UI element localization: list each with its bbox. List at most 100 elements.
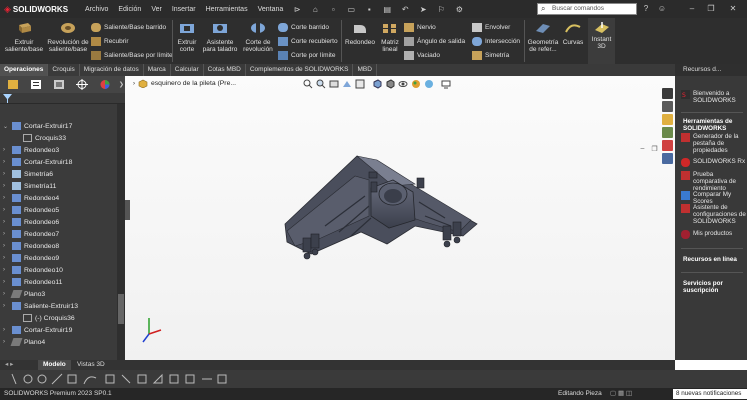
- configuration-manager-tab[interactable]: [49, 78, 69, 91]
- print-icon[interactable]: ▤: [380, 3, 394, 15]
- custom-properties-icon[interactable]: [662, 153, 673, 164]
- user-icon[interactable]: ☺: [655, 2, 669, 15]
- panel-splitter[interactable]: [125, 200, 130, 220]
- feature-tree-row[interactable]: › Redondeo11: [0, 276, 117, 288]
- matriz-lineal-button[interactable]: Matriz lineal: [378, 21, 402, 53]
- feature-tree-row[interactable]: › Redondeo5: [0, 204, 117, 216]
- feature-tree-tab[interactable]: [3, 78, 23, 91]
- feature-tree-scrollbar[interactable]: [117, 104, 125, 360]
- viewport-minimize-icon[interactable]: –: [638, 145, 647, 153]
- open-icon[interactable]: ▭: [344, 3, 358, 15]
- solidworks-rx-link[interactable]: SOLIDWORKS Rx: [681, 158, 747, 167]
- tab-marca[interactable]: Marca: [144, 64, 171, 76]
- feature-tree-row[interactable]: › Simetría11: [0, 180, 117, 192]
- notifications-badge[interactable]: 8 nuevas notificaciones: [673, 389, 747, 399]
- rebuild-icon[interactable]: ⚐: [434, 3, 448, 15]
- display-style-icon[interactable]: [384, 78, 396, 89]
- document-title[interactable]: › esquinero de la pileta (Pre...: [133, 79, 236, 88]
- search-commands-input[interactable]: ⌕ Buscar comandos: [537, 3, 637, 15]
- expand-arrow-icon[interactable]: ›: [3, 147, 9, 153]
- expand-arrow-icon[interactable]: ›: [3, 195, 9, 201]
- filter-row[interactable]: [0, 93, 125, 104]
- menu-ventana[interactable]: Ventana: [253, 6, 289, 13]
- file-explorer-icon[interactable]: [662, 114, 673, 125]
- save-icon[interactable]: ▪: [362, 3, 376, 15]
- design-library-icon[interactable]: [662, 101, 673, 112]
- corte-barrido-button[interactable]: Corte barrido: [278, 21, 329, 33]
- feature-tree-row[interactable]: (-) Croquis36: [0, 312, 117, 324]
- collapse-arrow-icon[interactable]: ⌄: [3, 123, 9, 130]
- revolucion-saliente-button[interactable]: Revolución de saliente/base: [47, 21, 89, 53]
- home-tab-icon[interactable]: [662, 88, 673, 99]
- expand-arrow-icon[interactable]: ›: [3, 291, 9, 297]
- menu-edicion[interactable]: Edición: [113, 6, 146, 13]
- simetria-button[interactable]: Simetría: [472, 49, 509, 61]
- tab-calcular[interactable]: Calcular: [171, 64, 204, 76]
- expand-arrow-icon[interactable]: ›: [3, 279, 9, 285]
- expand-arrow-icon[interactable]: ›: [3, 255, 9, 261]
- tab-modelo[interactable]: Modelo: [38, 360, 71, 370]
- appearances-icon[interactable]: [662, 140, 673, 151]
- feature-tree-row[interactable]: › Redondeo6: [0, 216, 117, 228]
- new-document-icon[interactable]: ▫: [326, 3, 340, 15]
- envolver-button[interactable]: Envolver: [472, 21, 510, 33]
- online-resources-section[interactable]: Recursos en línea: [683, 256, 745, 263]
- feature-tree-row[interactable]: › Plano4: [0, 336, 117, 348]
- recubrir-button[interactable]: Recubrir: [91, 35, 129, 47]
- zoom-to-area-icon[interactable]: [315, 78, 327, 89]
- feature-tree-row[interactable]: › Redondeo9: [0, 252, 117, 264]
- feature-tree-row[interactable]: › Redondeo4: [0, 192, 117, 204]
- feature-tree-row[interactable]: › Redondeo8: [0, 240, 117, 252]
- feature-tree-row[interactable]: › Plano3: [0, 288, 117, 300]
- viewport-restore-icon[interactable]: ❐: [650, 145, 659, 153]
- vaciado-button[interactable]: Vaciado: [404, 49, 440, 61]
- menu-insertar[interactable]: Insertar: [167, 6, 201, 13]
- angulo-salida-button[interactable]: Ángulo de salida: [404, 35, 465, 47]
- tab-vistas-3d[interactable]: Vistas 3D: [72, 360, 110, 370]
- edit-appearance-icon[interactable]: [410, 78, 422, 89]
- saliente-barrido-button[interactable]: Saliente/Base barrido: [91, 21, 166, 33]
- feature-tree-row[interactable]: ⌄ Cortar-Extruir17: [0, 120, 117, 132]
- expand-arrow-icon[interactable]: ›: [3, 171, 9, 177]
- tab-operaciones[interactable]: Operaciones: [0, 64, 49, 76]
- property-manager-tab[interactable]: [26, 78, 46, 91]
- performance-benchmark-link[interactable]: Prueba comparativa de rendimiento: [681, 171, 747, 192]
- nervio-button[interactable]: Nervio: [404, 21, 436, 33]
- expand-arrow-icon[interactable]: ›: [3, 243, 9, 249]
- feature-tree-row[interactable]: › Saliente-Extruir13: [0, 300, 117, 312]
- expand-arrow-icon[interactable]: ›: [3, 327, 9, 333]
- hide-show-items-icon[interactable]: [397, 78, 409, 89]
- previous-view-icon[interactable]: [328, 78, 340, 89]
- help-icon[interactable]: ?: [639, 2, 653, 15]
- restore-icon[interactable]: ❐: [704, 2, 718, 15]
- options-icon[interactable]: ⚙: [452, 3, 466, 15]
- undo-icon[interactable]: ↶: [398, 3, 412, 15]
- corte-recubierto-button[interactable]: Corte recubierto: [278, 35, 338, 47]
- corte-revolucion-button[interactable]: Corte de revolución: [241, 21, 275, 53]
- apply-scene-icon[interactable]: [423, 78, 435, 89]
- curvas-button[interactable]: Curvas: [561, 21, 585, 46]
- saliente-limite-button[interactable]: Saliente/Base por límite: [91, 49, 173, 61]
- dimxpert-tab[interactable]: [72, 78, 92, 91]
- expand-arrow-icon[interactable]: ›: [3, 267, 9, 273]
- panel-expand-icon[interactable]: ❯: [118, 78, 125, 91]
- feature-tree-row[interactable]: › Redondeo7: [0, 228, 117, 240]
- minimize-icon[interactable]: –: [685, 2, 699, 15]
- expand-arrow-icon[interactable]: ›: [3, 219, 9, 225]
- tab-migracion-datos[interactable]: Migración de datos: [80, 64, 144, 76]
- tab-croquis[interactable]: Croquis: [48, 64, 80, 76]
- feature-tree-row[interactable]: › Simetría6: [0, 168, 117, 180]
- interseccion-button[interactable]: Intersección: [472, 35, 520, 47]
- extruir-corte-button[interactable]: Extruir corte: [175, 21, 199, 53]
- status-icons[interactable]: ▢ ▦ ◫: [610, 388, 632, 400]
- feature-tree-row[interactable]: Croquis33: [0, 132, 117, 144]
- corte-limite-button[interactable]: Corte por límite: [278, 49, 335, 61]
- expand-arrow-icon[interactable]: ›: [3, 339, 9, 345]
- my-products-link[interactable]: Mis productos: [681, 230, 747, 239]
- expand-arrow-icon[interactable]: ›: [3, 303, 9, 309]
- expand-arrow-icon[interactable]: ›: [133, 81, 135, 87]
- dynamic-annotation-icon[interactable]: [354, 78, 366, 89]
- home-icon[interactable]: ⌂: [308, 3, 322, 15]
- close-icon[interactable]: ✕: [726, 2, 740, 15]
- 3d-model[interactable]: [125, 76, 675, 360]
